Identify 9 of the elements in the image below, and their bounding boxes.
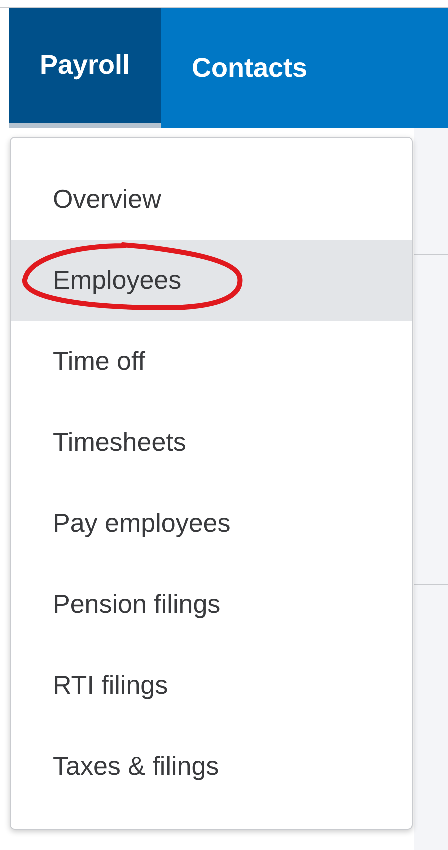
menu-item[interactable]: Employees	[11, 240, 412, 321]
menu-item[interactable]: Pay employees	[11, 483, 412, 564]
menu-item[interactable]: Timesheets	[11, 402, 412, 483]
menu-item[interactable]: Overview	[11, 159, 412, 240]
menu-item[interactable]: Pension filings	[11, 564, 412, 645]
menu-item[interactable]: Time off	[11, 321, 412, 402]
nav-tab[interactable]: Payroll	[9, 8, 162, 128]
menu-item[interactable]: RTI filings	[11, 645, 412, 726]
menu-item[interactable]: Taxes & filings	[11, 726, 412, 807]
